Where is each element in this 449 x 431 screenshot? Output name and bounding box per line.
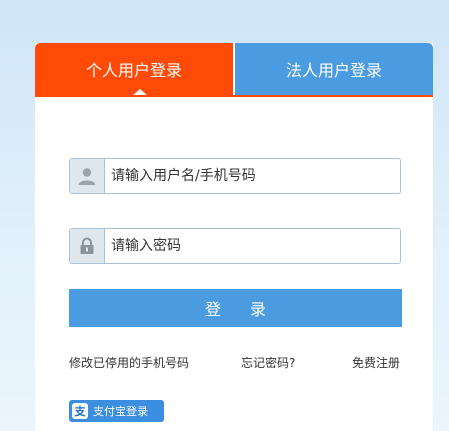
alipay-login-button[interactable]: 支 支付宝登录 <box>69 400 164 422</box>
tab-personal-login[interactable]: 个人用户登录 <box>35 43 233 96</box>
lock-icon <box>70 229 105 263</box>
forgot-password-link[interactable]: 忘记密码? <box>241 354 295 371</box>
user-icon <box>70 159 105 193</box>
tab-underline <box>35 95 433 97</box>
password-field <box>69 228 401 264</box>
tab-legal-label: 法人用户登录 <box>285 61 382 80</box>
alipay-icon: 支 <box>72 403 88 419</box>
login-tabs: 个人用户登录 法人用户登录 <box>35 43 433 96</box>
login-button[interactable]: 登 录 <box>69 289 402 327</box>
alipay-login-label: 支付宝登录 <box>93 405 148 418</box>
login-panel: 个人用户登录 法人用户登录 登 录 修改已停用的手机号码 忘记密码? 免费注册 <box>35 43 433 431</box>
username-input[interactable] <box>105 159 400 193</box>
password-input[interactable] <box>105 229 400 263</box>
register-link[interactable]: 免费注册 <box>352 354 400 371</box>
tab-personal-label: 个人用户登录 <box>85 61 182 80</box>
tab-legal-login[interactable]: 法人用户登录 <box>233 43 433 95</box>
changed-phone-link[interactable]: 修改已停用的手机号码 <box>69 354 189 371</box>
username-field <box>69 158 401 194</box>
